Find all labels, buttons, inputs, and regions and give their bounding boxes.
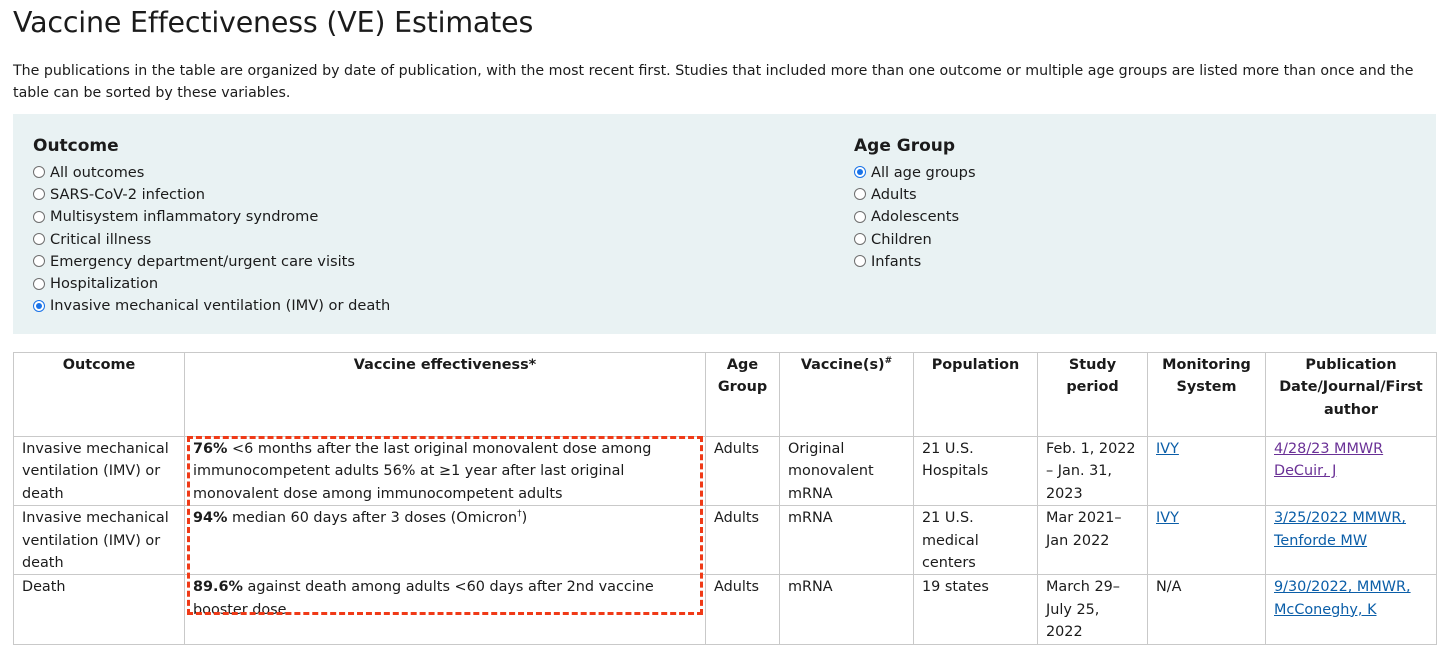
cell-publication: 4/28/23 MMWR DeCuir, J [1265,435,1437,507]
table-header-row: Outcome Vaccine effectiveness* Age Group… [13,352,1437,437]
cell-vaccine: mRNA [779,505,914,576]
cell-outcome: Death [13,574,185,645]
cell-age: Adults [705,505,780,576]
ve-value: 76% [193,441,228,457]
cell-system: N/A [1147,574,1266,645]
outcome-option-critical[interactable]: Critical illness [33,228,390,250]
cell-period: March 29– July 25, 2022 [1037,574,1148,645]
ve-description: <6 months after the last original monova… [193,441,652,502]
radio-button[interactable] [854,255,866,268]
intro-text: The publications in the table are organi… [13,63,1414,101]
col-header-population[interactable]: Population [913,352,1038,437]
cell-ve: 94% median 60 days after 3 doses (Omicro… [184,505,706,576]
radio-button[interactable] [33,233,45,246]
col-header-system[interactable]: Monitoring System [1147,352,1266,437]
age-option-adults[interactable]: Adults [854,183,976,205]
outcome-option-all[interactable]: All outcomes [33,161,390,183]
radio-label: SARS-CoV-2 infection [50,185,206,203]
cell-age: Adults [705,574,780,645]
age-option-infants[interactable]: Infants [854,250,976,272]
radio-label: Critical illness [50,230,152,248]
cell-population: 21 U.S. Hospitals [913,435,1038,507]
radio-button-selected[interactable] [854,166,866,179]
radio-label: Infants [871,252,922,270]
publication-link[interactable]: 3/25/2022 MMWR, Tenforde MW [1274,510,1406,548]
footnote-mark: # [884,356,893,367]
radio-button[interactable] [33,210,45,223]
radio-button[interactable] [33,255,45,268]
ve-value: 94% [193,510,228,527]
age-option-adolescents[interactable]: Adolescents [854,206,976,228]
radio-label: Hospitalization [50,275,159,293]
radio-label: Multisystem inflammatory syndrome [50,208,319,226]
col-header-period[interactable]: Study period [1037,352,1148,437]
cell-population: 19 states [913,574,1038,645]
ve-description: against death among adults <60 days afte… [193,579,654,618]
outcome-filter-group: Outcome All outcomes SARS-CoV-2 infectio… [33,135,390,317]
outcome-option-infection[interactable]: SARS-CoV-2 infection [33,183,390,205]
cell-outcome: Invasive mechanical ventilation (IMV) or… [13,505,185,576]
ve-description: median 60 days after 3 doses (Omicron [227,510,518,527]
outcome-option-imv[interactable]: Invasive mechanical ventilation (IMV) or… [33,295,390,317]
radio-button[interactable] [33,188,45,201]
ve-table: Outcome Vaccine effectiveness* Age Group… [13,352,1437,645]
system-link[interactable]: IVY [1156,441,1179,457]
radio-label: Adolescents [871,208,960,226]
radio-label: Emergency department/urgent care visits [50,252,355,270]
radio-button[interactable] [854,210,866,223]
col-header-vaccine[interactable]: Vaccine(s)# [779,352,914,437]
cell-age: Adults [705,435,780,507]
cell-system: IVY [1147,505,1266,576]
ve-value: 89.6% [193,579,243,596]
radio-button[interactable] [854,188,866,201]
outcome-option-mis[interactable]: Multisystem inflammatory syndrome [33,206,390,228]
radio-button[interactable] [854,233,866,246]
age-option-all[interactable]: All age groups [854,161,976,183]
col-header-ve[interactable]: Vaccine effectiveness* [184,352,706,437]
radio-label: Invasive mechanical ventilation (IMV) or… [50,297,391,315]
table-row: Invasive mechanical ventilation (IMV) or… [13,435,1437,507]
page-title: Vaccine Effectiveness (VE) Estimates [13,6,534,39]
outcome-option-hospitalization[interactable]: Hospitalization [33,272,390,294]
cell-population: 21 U.S. medical centers [913,505,1038,576]
filter-panel: Outcome All outcomes SARS-CoV-2 infectio… [13,114,1436,334]
cell-system: IVY [1147,435,1266,507]
age-filter-heading: Age Group [854,136,956,156]
table-row: Invasive mechanical ventilation (IMV) or… [13,505,1437,576]
cell-publication: 3/25/2022 MMWR, Tenforde MW [1265,505,1437,576]
cell-period: Feb. 1, 2022 – Jan. 31, 2023 [1037,435,1148,507]
radio-label: All age groups [871,163,976,181]
radio-label: All outcomes [50,163,145,181]
age-filter-group: Age Group All age groups Adults Adolesce… [854,135,976,272]
col-header-publication[interactable]: Publication Date/Journal/First author [1265,352,1437,437]
cell-outcome: Invasive mechanical ventilation (IMV) or… [13,435,185,507]
radio-button[interactable] [33,277,45,290]
col-header-vaccine-label: Vaccine(s) [800,357,885,373]
age-option-children[interactable]: Children [854,228,976,250]
ve-description-end: ) [521,510,528,527]
cell-ve: 89.6% against death among adults <60 day… [184,574,706,645]
system-link[interactable]: IVY [1156,510,1179,526]
table-row: Death 89.6% against death among adults <… [13,574,1437,645]
cell-vaccine: mRNA [779,574,914,645]
page: Vaccine Effectiveness (VE) Estimates The… [0,0,1450,645]
cell-period: Mar 2021– Jan 2022 [1037,505,1148,576]
cell-ve: 76% <6 months after the last original mo… [184,435,706,507]
publication-link[interactable]: 9/30/2022, MMWR, McConeghy, K [1274,579,1411,617]
outcome-filter-heading: Outcome [33,136,119,156]
cell-vaccine: Original monovalent mRNA [779,435,914,507]
radio-label: Adults [871,185,917,203]
col-header-age[interactable]: Age Group [705,352,780,437]
publication-link[interactable]: 4/28/23 MMWR DeCuir, J [1274,441,1383,479]
radio-button-selected[interactable] [33,299,45,312]
cell-publication: 9/30/2022, MMWR, McConeghy, K [1265,574,1437,645]
outcome-option-ed[interactable]: Emergency department/urgent care visits [33,250,390,272]
col-header-outcome[interactable]: Outcome [13,352,185,437]
radio-button[interactable] [33,166,45,179]
radio-label: Children [871,230,932,248]
